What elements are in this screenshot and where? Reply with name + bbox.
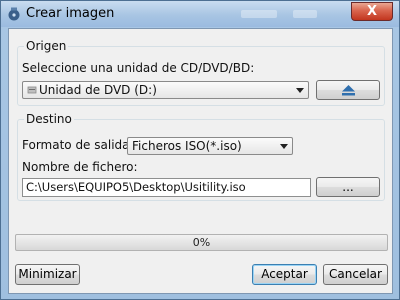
destino-group: Destino Formato de salida: Ficheros ISO(… [17, 112, 385, 201]
format-label: Formato de salida: [22, 138, 134, 152]
browse-button[interactable]: ... [316, 177, 380, 197]
eject-button[interactable] [316, 80, 380, 100]
filename-input[interactable]: C:\Users\EQUIPO5\Desktop\Usitility.iso [22, 178, 311, 197]
cancel-button[interactable]: Cancelar [323, 264, 388, 285]
drive-select[interactable]: Unidad de DVD (D:) [22, 81, 309, 99]
background-blur [293, 10, 317, 18]
origen-group: Origen Seleccione una unidad de CD/DVD/B… [17, 39, 385, 106]
accept-button[interactable]: Aceptar [252, 264, 317, 285]
progress-text: 0% [192, 236, 211, 249]
background-blur [241, 10, 277, 18]
dialog-content: Origen Seleccione una unidad de CD/DVD/B… [8, 28, 393, 294]
drive-select-value: Unidad de DVD (D:) [39, 83, 157, 97]
progress-bar: 0% [15, 234, 388, 251]
close-icon: X [366, 4, 378, 19]
format-select-value: Ficheros ISO(*.iso) [132, 139, 242, 153]
title-bar[interactable]: Crear imagen X [1, 1, 399, 27]
minimize-button[interactable]: Minimizar [15, 264, 80, 285]
destino-group-title: Destino [24, 112, 74, 126]
chevron-down-icon [280, 144, 288, 149]
filename-label: Nombre de fichero: [22, 160, 138, 174]
close-button[interactable]: X [351, 2, 393, 21]
dvd-drive-icon [27, 86, 37, 94]
disc-burner-icon [8, 7, 20, 21]
dialog-window: Crear imagen X Origen Seleccione una uni… [0, 0, 400, 300]
format-select[interactable]: Ficheros ISO(*.iso) [127, 137, 293, 155]
chevron-down-icon [296, 88, 304, 93]
window-title: Crear imagen [26, 6, 115, 21]
eject-icon [342, 85, 355, 96]
origen-group-title: Origen [24, 39, 69, 53]
drive-label: Seleccione una unidad de CD/DVD/BD: [22, 61, 255, 75]
